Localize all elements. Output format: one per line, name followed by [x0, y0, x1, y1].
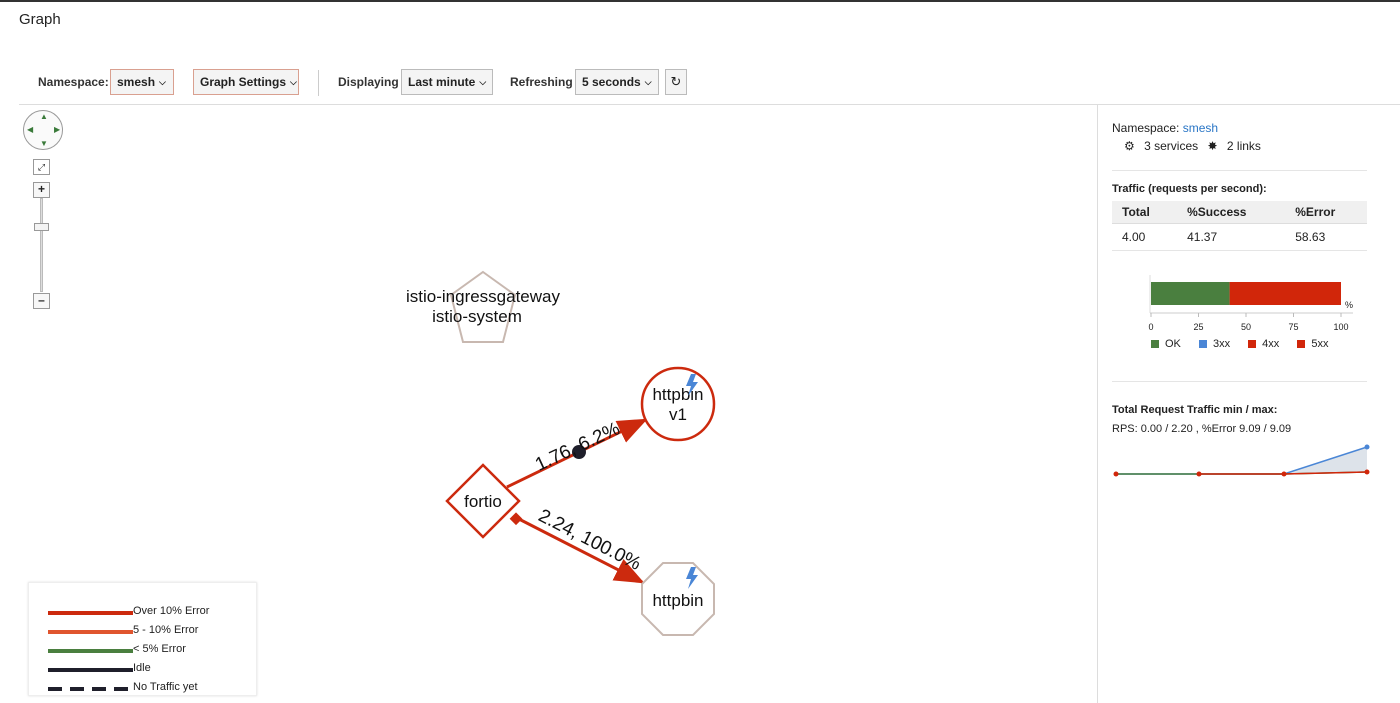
gateway-node-label: istio-ingressgateway	[406, 287, 561, 306]
table-header: %Error	[1285, 201, 1367, 224]
legend-label: Idle	[133, 662, 151, 674]
summary-panel: Namespace: smesh ⚙ 3 services ✸ 2 links …	[1097, 104, 1400, 703]
services-count: 3 services	[1144, 139, 1199, 153]
legend-label: 4xx	[1262, 338, 1280, 350]
bar-ok	[1151, 282, 1230, 305]
legend-5xx: 5xx	[1297, 338, 1328, 350]
httpbin-v1-node-label: httpbin	[652, 385, 703, 404]
bar-chart-tick-label: 0	[1148, 322, 1153, 332]
bar-5xx	[1229, 282, 1341, 305]
table-row: 4.00 41.37 58.63	[1112, 223, 1367, 251]
panel-counts: ⚙ 3 services ✸ 2 links	[1124, 139, 1267, 153]
legend-swatch	[1151, 340, 1159, 348]
legend-label: Over 10% Error	[133, 605, 210, 617]
legend-4xx: 4xx	[1248, 338, 1279, 350]
edge-fortio-httpbin-v1-label: 1.76, 6.2%	[532, 418, 623, 475]
bar-chart-legend: OK 3xx 4xx 5xx	[1151, 338, 1343, 350]
legend-swatch	[1198, 340, 1207, 348]
panel-namespace: Namespace: smesh	[1112, 121, 1218, 135]
divider	[1112, 381, 1367, 382]
legend-swatch	[1297, 340, 1306, 348]
httpbin-v1-node-version: v1	[669, 405, 687, 424]
legend-label: 3xx	[1212, 338, 1231, 350]
sparkline-point	[1113, 471, 1119, 477]
sparkline-point	[1364, 469, 1370, 475]
rps-summary: RPS: 0.00 / 2.20 , %Error 9.09 / 9.09	[1112, 423, 1292, 435]
bar-chart-tick-label: 75	[1288, 322, 1298, 332]
links-count: 2 links	[1226, 139, 1261, 153]
bar-chart-ticks: 0 25 50 75 100	[1148, 313, 1349, 332]
table-cell: 58.63	[1285, 223, 1367, 251]
legend-row: 5 - 10% Error	[29, 624, 258, 638]
panel-namespace-link[interactable]: smesh	[1183, 121, 1218, 135]
panel-namespace-label: Namespace:	[1112, 121, 1180, 135]
legend-row: No Traffic yet	[29, 681, 258, 695]
bar-chart-tick-label: 25	[1193, 322, 1203, 332]
traffic-sparkline	[1113, 444, 1370, 477]
legend-label: 5 - 10% Error	[133, 624, 199, 636]
fortio-node-label: fortio	[464, 492, 502, 511]
table-cell: 4.00	[1112, 223, 1178, 251]
legend-row: < 5% Error	[29, 643, 258, 657]
legend-label: 5xx	[1311, 338, 1329, 350]
legend-swatch	[48, 687, 133, 691]
sparkline-point	[1196, 471, 1202, 477]
legend-swatch	[48, 668, 133, 672]
legend-3xx: 3xx	[1198, 338, 1231, 350]
httpbin-node-label: httpbin	[652, 591, 703, 610]
services-icon: ⚙	[1124, 139, 1135, 153]
sparkline-point	[1281, 471, 1287, 477]
legend-swatch	[48, 630, 133, 634]
bar-chart-tick-label: 50	[1241, 322, 1251, 332]
httpbin-v1-node[interactable]	[640, 366, 716, 442]
legend-swatch	[48, 649, 133, 653]
graph-legend: Over 10% Error 5 - 10% Error < 5% Error …	[28, 582, 257, 696]
legend-row: Over 10% Error	[29, 605, 258, 619]
legend-ok: OK	[1151, 338, 1181, 350]
edge-fortio-httpbin-label: 2.24, 100.0%	[535, 505, 644, 575]
traffic-title: Traffic (requests per second):	[1112, 183, 1267, 195]
edge-traffic-marker	[509, 512, 523, 526]
legend-row: Idle	[29, 662, 258, 676]
table-header: Total	[1112, 201, 1178, 224]
bar-chart-unit: %	[1345, 300, 1353, 310]
legend-swatch	[1248, 340, 1257, 348]
bar-chart-tick-label: 100	[1333, 322, 1348, 332]
traffic-table: Total %Success %Error 4.00 41.37 58.63	[1112, 201, 1367, 251]
links-icon: ✸	[1207, 139, 1218, 153]
legend-label: No Traffic yet	[133, 681, 198, 693]
gateway-node-namespace: istio-system	[432, 307, 522, 326]
response-code-bar-chart: % 0 25 50 75 100	[1148, 275, 1353, 332]
divider	[1112, 170, 1367, 171]
legend-swatch	[48, 611, 133, 615]
total-traffic-title: Total Request Traffic min / max:	[1112, 404, 1278, 416]
legend-label: OK	[1165, 338, 1181, 350]
table-header-row: Total %Success %Error	[1112, 201, 1367, 224]
sparkline-point	[1364, 444, 1370, 450]
table-cell: 41.37	[1177, 223, 1286, 251]
table-header: %Success	[1177, 201, 1286, 224]
legend-label: < 5% Error	[133, 643, 186, 655]
